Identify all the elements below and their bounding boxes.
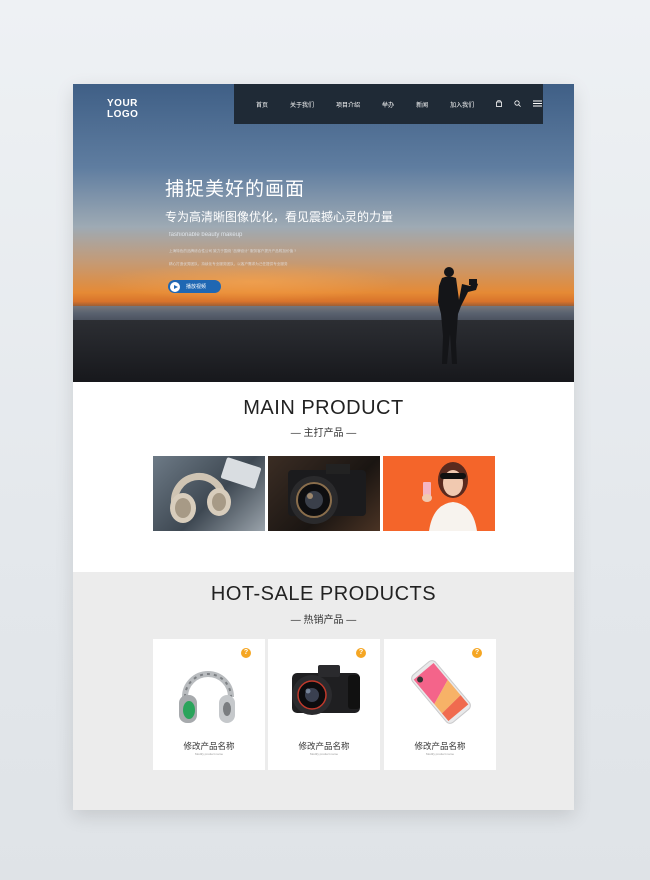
bag-icon[interactable] <box>496 99 502 109</box>
badge-icon: ? <box>241 648 251 658</box>
badge-icon: ? <box>356 648 366 658</box>
product-image-camera[interactable] <box>268 456 380 531</box>
hero-tagline: fashionable beauty makeup <box>169 232 243 238</box>
nav-item-news[interactable]: 新闻 <box>416 100 428 109</box>
nav-item-join[interactable]: 加入我们 <box>450 100 474 109</box>
product-name-en: Modify product name <box>309 752 338 756</box>
product-name: 修改产品名称 <box>414 741 466 751</box>
play-icon <box>170 281 180 292</box>
headphones-image <box>179 671 235 723</box>
menu-icon[interactable] <box>533 100 543 109</box>
photographer-silhouette <box>438 267 478 364</box>
nav-item-projects[interactable]: 项目介绍 <box>336 100 360 109</box>
product-card-headphones[interactable]: ? 修改产品名称 Modify product name <box>153 639 265 770</box>
logo-line2: LOGO <box>107 109 139 120</box>
hero-text-line1: 上海特色的品牌综合性公司 致力于围绕 "品牌设计" 服务客户提升产品附加价值 ? <box>169 249 297 253</box>
product-card-camera[interactable]: ? 修改产品名称 Modify product name <box>268 639 380 770</box>
play-video-button[interactable]: 播放视频 <box>168 280 221 293</box>
web-page: YOUR LOGO 首页 关于我们 项目介绍 举办 新闻 加入我们 捕捉美好的画… <box>73 84 574 810</box>
sunset-glow <box>103 262 403 302</box>
product-name-en: Modify product name <box>425 752 454 756</box>
search-icon[interactable] <box>514 99 521 109</box>
hero-title: 捕捉美好的画面 <box>165 179 306 200</box>
shore <box>73 320 574 382</box>
play-video-label: 播放视频 <box>186 284 207 290</box>
hot-sale-subtitle: — 热销产品 — <box>290 615 357 626</box>
product-name: 修改产品名称 <box>298 741 350 751</box>
camera-image <box>292 665 360 715</box>
hero-text-line2: 精心打造优秀团队，持续化专业服务团队，以客户需求为己任提供专业服务 <box>169 262 288 266</box>
hero-banner: YOUR LOGO 首页 关于我们 项目介绍 举办 新闻 加入我们 捕捉美好的画… <box>73 84 574 382</box>
main-product-title: MAIN PRODUCT <box>243 397 404 419</box>
product-name-en: Modify product name <box>194 752 223 756</box>
hot-sale-title: HOT-SALE PRODUCTS <box>210 583 437 605</box>
hero-subtitle: 专为高清晰图像优化，看见震撼心灵的力量 <box>165 210 394 224</box>
logo-line1: YOUR <box>107 98 138 109</box>
logo[interactable]: YOUR LOGO <box>107 98 138 120</box>
phone-case-image <box>411 660 471 724</box>
nav-item-about[interactable]: 关于我们 <box>290 100 314 109</box>
product-image-woman-phone[interactable] <box>383 456 495 531</box>
product-name: 修改产品名称 <box>183 741 235 751</box>
top-nav: 首页 关于我们 项目介绍 举办 新闻 加入我们 <box>234 84 543 124</box>
product-image-headphones[interactable] <box>153 456 265 531</box>
nav-item-home[interactable]: 首页 <box>256 100 268 109</box>
main-product-subtitle: — 主打产品 — <box>290 428 357 439</box>
nav-item-events[interactable]: 举办 <box>382 100 394 109</box>
product-card-phone[interactable]: ? 修改产品名称 Modify product name <box>384 639 496 770</box>
